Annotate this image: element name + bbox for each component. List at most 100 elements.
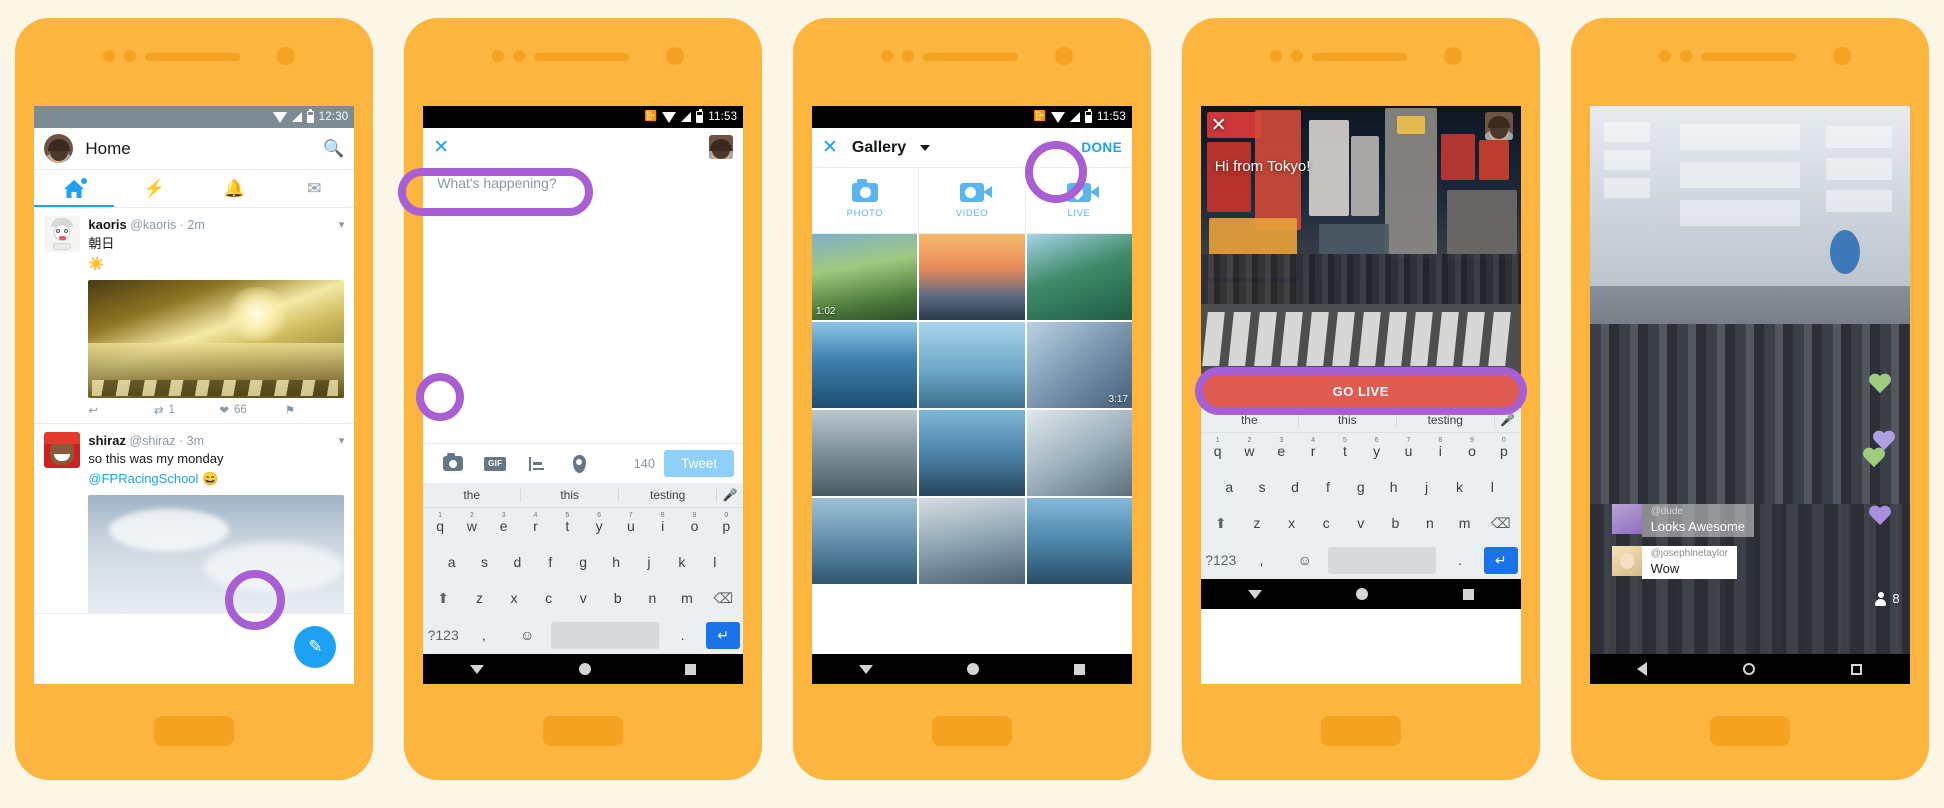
key-z[interactable]: z [1242,510,1273,537]
poll-icon[interactable] [516,456,558,471]
avatar[interactable] [44,134,74,163]
avatar[interactable] [44,216,81,252]
symbols-key[interactable]: ?123 [426,622,460,649]
key-e[interactable]: 3e [1267,437,1295,464]
gallery-item[interactable]: 1:02 [811,234,918,320]
key-m[interactable]: m [1449,510,1480,537]
home-circle-icon[interactable] [1356,588,1369,600]
key-n[interactable]: n [1415,510,1446,537]
enter-key[interactable]: ↵ [706,622,741,649]
reply-button[interactable]: ↩ [88,403,148,417]
recents-square-icon[interactable] [1850,663,1862,675]
hardware-home-button[interactable] [1320,716,1401,746]
key-q[interactable]: 1q [1204,437,1232,464]
avatar[interactable] [44,431,81,468]
gallery-item[interactable] [919,234,1025,320]
home-circle-icon[interactable] [967,663,980,675]
search-icon[interactable]: 🔍 [323,139,344,159]
back-triangle-icon[interactable] [1247,589,1262,599]
comma-key[interactable]: , [464,622,503,649]
tab-messages[interactable]: ✉ [274,170,354,207]
tweet-shiraz[interactable]: ▾ shiraz @shiraz · 3m so this was my mon… [34,424,355,615]
back-triangle-icon[interactable] [470,664,485,674]
gallery-item[interactable] [1026,410,1132,496]
shift-key[interactable]: ⬆ [426,585,460,612]
emoji-key[interactable]: ☺ [508,622,547,649]
emoji-key[interactable]: ☺ [1285,547,1324,574]
suggestion-3[interactable]: testing [619,488,718,502]
recents-square-icon[interactable] [1462,588,1474,600]
key-o[interactable]: 9o [1458,437,1486,464]
hardware-home-button[interactable] [543,716,624,746]
gallery-item[interactable] [811,498,918,584]
mode-video[interactable]: VIDEO [919,168,1026,233]
key-h[interactable]: h [1379,474,1408,500]
backspace-key[interactable]: ⌫ [1484,510,1518,537]
done-button[interactable]: DONE [1081,140,1122,155]
home-circle-icon[interactable] [578,663,591,675]
microphone-icon[interactable]: 🎤 [717,488,743,502]
key-z[interactable]: z [464,585,495,612]
key-q[interactable]: 1q [426,512,454,539]
gallery-item[interactable] [919,410,1025,496]
key-u[interactable]: 7u [1395,437,1423,464]
key-a[interactable]: a [1215,474,1244,500]
key-p[interactable]: 0p [1490,437,1518,464]
back-triangle-icon[interactable] [859,664,874,674]
key-h[interactable]: h [602,549,631,575]
key-p[interactable]: 0p [712,512,740,539]
gallery-item[interactable] [1026,234,1132,320]
key-d[interactable]: d [503,549,532,575]
key-f[interactable]: f [536,549,565,575]
close-icon[interactable]: ✕ [822,138,838,157]
broadcast-title-input[interactable]: Hi from Tokyo! [1215,158,1311,175]
gallery-item[interactable] [811,410,918,496]
recents-square-icon[interactable] [685,663,696,675]
gallery-item[interactable] [919,498,1025,584]
suggestion-3[interactable]: testing [1397,413,1495,427]
key-r[interactable]: 4r [522,512,550,539]
key-k[interactable]: k [667,549,696,575]
backspace-key[interactable]: ⌫ [706,585,740,612]
tweet-kaoris[interactable]: ▾ kaoris @kaoris · 2m 朝日 ☀️ ↩ ⇄ 1 ❤ 66 ⚑ [34,208,355,424]
period-key[interactable]: . [663,622,702,649]
gallery-item[interactable]: 3:17 [1026,322,1132,408]
key-m[interactable]: m [672,585,703,612]
key-t[interactable]: 5t [1331,437,1359,464]
space-key[interactable] [1328,547,1437,574]
avatar[interactable] [709,135,734,159]
go-live-button[interactable]: GO LIVE [1200,374,1521,408]
close-icon[interactable]: ✕ [433,138,449,157]
key-u[interactable]: 7u [617,512,645,539]
shift-key[interactable]: ⬆ [1204,510,1238,537]
key-j[interactable]: j [635,549,664,575]
microphone-icon[interactable]: 🎤 [1495,413,1521,427]
key-w[interactable]: 2w [1236,437,1264,464]
gif-icon[interactable]: GIF [474,456,516,471]
chevron-down-icon[interactable] [920,144,931,151]
camera-icon[interactable] [432,453,474,471]
home-circle-icon[interactable] [1743,663,1756,675]
key-x[interactable]: x [1276,510,1307,537]
key-g[interactable]: g [569,549,598,575]
key-a[interactable]: a [437,549,466,575]
key-j[interactable]: j [1412,474,1441,500]
like-button[interactable]: ❤ 66 [219,403,279,417]
tab-notifications[interactable]: 🔔 [194,170,274,207]
hardware-home-button[interactable] [154,716,235,746]
chevron-down-icon[interactable]: ▾ [339,434,345,447]
gallery-item[interactable] [811,322,918,408]
key-c[interactable]: c [533,585,564,612]
enter-key[interactable]: ↵ [1483,547,1518,574]
tab-home[interactable] [34,170,114,207]
key-v[interactable]: v [1346,510,1377,537]
key-c[interactable]: c [1311,510,1342,537]
key-b[interactable]: b [1380,510,1411,537]
period-key[interactable]: . [1440,547,1479,574]
key-o[interactable]: 9o [681,512,709,539]
close-icon[interactable]: ✕ [1211,114,1227,137]
tab-moments[interactable]: ⚡ [114,170,194,207]
key-t[interactable]: 5t [553,512,581,539]
key-s[interactable]: s [470,549,499,575]
compose-tweet-fab[interactable]: ✎ [294,626,337,668]
